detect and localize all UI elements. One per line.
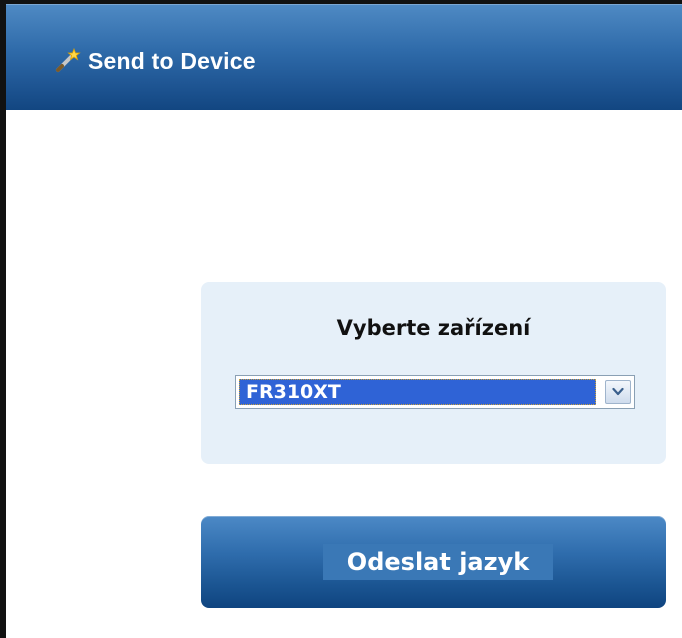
magic-wand-icon — [54, 46, 82, 74]
send-to-device-window: Send to Device Vyberte zařízení FR310XT … — [0, 0, 682, 638]
select-device-label: Vyberte zařízení — [336, 316, 531, 340]
device-selection-panel: Vyberte zařízení FR310XT — [201, 282, 666, 464]
device-select[interactable]: FR310XT — [235, 375, 635, 409]
window-title: Send to Device — [88, 48, 256, 74]
title-bar: Send to Device — [6, 4, 682, 110]
send-language-button[interactable]: Odeslat jazyk — [201, 516, 666, 608]
device-select-value[interactable]: FR310XT — [239, 379, 596, 405]
dropdown-button[interactable] — [605, 380, 631, 404]
send-language-label: Odeslat jazyk — [323, 544, 553, 580]
